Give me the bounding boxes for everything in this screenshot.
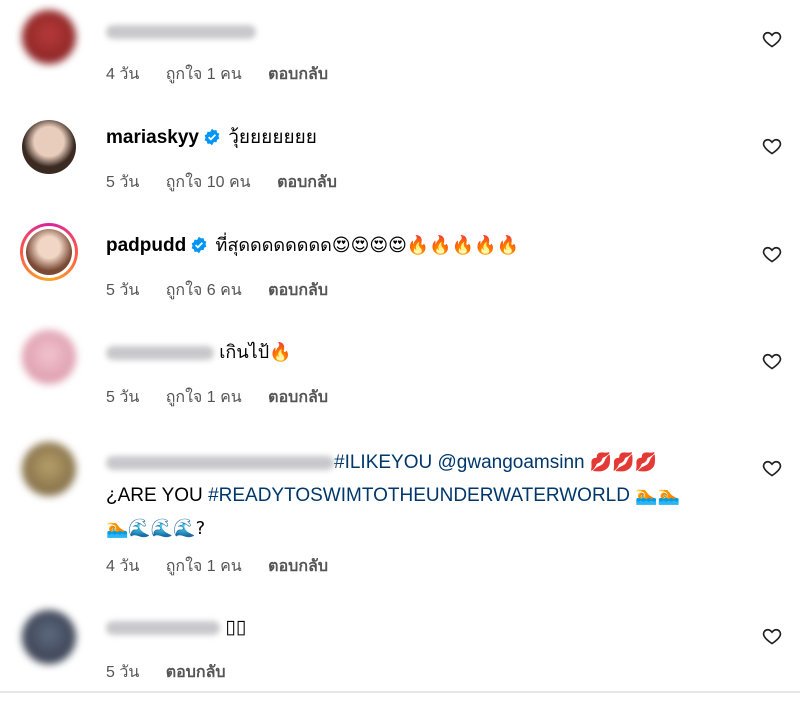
divider bbox=[0, 691, 800, 693]
reply-button[interactable]: ตอบกลับ bbox=[268, 558, 328, 575]
hashtag-link[interactable]: #ILIKEYOU bbox=[334, 452, 432, 473]
comment-text: เกินไป้🔥 bbox=[219, 342, 292, 363]
avatar[interactable] bbox=[22, 120, 76, 174]
like-count[interactable]: ถูกใจ 1 คน bbox=[166, 558, 242, 575]
swim-emoji: 🏊🏊 bbox=[635, 485, 681, 506]
comment-time: 5 วัน bbox=[106, 389, 140, 406]
comment-text: วุ้ยยยยยยย bbox=[228, 127, 317, 148]
mention-link[interactable]: @gwangoamsinn bbox=[438, 452, 585, 473]
like-count[interactable]: ถูกใจ 10 คน bbox=[166, 174, 251, 191]
like-count[interactable]: ถูกใจ 6 คน bbox=[166, 282, 242, 299]
like-count[interactable]: ถูกใจ 1 คน bbox=[166, 389, 242, 406]
comment-text: ▯▯ bbox=[225, 617, 247, 638]
comment-time: 5 วัน bbox=[106, 174, 140, 191]
username-blurred[interactable] bbox=[106, 24, 256, 39]
reply-button[interactable]: ตอบกลับ bbox=[277, 174, 337, 191]
lips-emoji: 💋💋💋 bbox=[589, 452, 658, 473]
avatar-story-ring[interactable] bbox=[20, 223, 78, 281]
comment-text: ¿ARE YOU bbox=[106, 485, 203, 506]
username[interactable]: mariaskyy bbox=[106, 127, 199, 148]
avatar[interactable] bbox=[22, 610, 76, 664]
like-count[interactable]: ถูกใจ 1 คน bbox=[166, 66, 242, 83]
username[interactable]: padpudd bbox=[106, 235, 186, 256]
heart-icon[interactable] bbox=[762, 244, 782, 264]
reply-button[interactable]: ตอบกลับ bbox=[268, 66, 328, 83]
heart-icon[interactable] bbox=[762, 136, 782, 156]
avatar[interactable] bbox=[22, 10, 76, 64]
heart-icon[interactable] bbox=[762, 29, 782, 49]
reply-button[interactable]: ตอบกลับ bbox=[268, 282, 328, 299]
heart-icon[interactable] bbox=[762, 351, 782, 371]
comment-time: 4 วัน bbox=[106, 558, 140, 575]
username-blurred[interactable] bbox=[106, 620, 220, 635]
reply-button[interactable]: ตอบกลับ bbox=[166, 664, 226, 681]
username-blurred[interactable] bbox=[106, 345, 214, 360]
avatar[interactable] bbox=[22, 442, 76, 496]
comment-text: 🏊🌊🌊🌊? bbox=[106, 518, 206, 539]
comment-text: ที่สุดดดดดดดด😍😍😍😍🔥🔥🔥🔥🔥 bbox=[215, 235, 519, 256]
verified-badge-icon bbox=[204, 128, 220, 146]
comment-time: 5 วัน bbox=[106, 282, 140, 299]
username-blurred[interactable] bbox=[106, 455, 334, 470]
reply-button[interactable]: ตอบกลับ bbox=[268, 389, 328, 406]
comment-time: 4 วัน bbox=[106, 66, 140, 83]
hashtag-link[interactable]: #READYTOSWIMTOTHEUNDERWATERWORLD bbox=[208, 485, 630, 506]
heart-icon[interactable] bbox=[762, 458, 782, 478]
avatar[interactable] bbox=[22, 330, 76, 384]
heart-icon[interactable] bbox=[762, 626, 782, 646]
verified-badge-icon bbox=[191, 236, 207, 254]
comment-time: 5 วัน bbox=[106, 664, 140, 681]
